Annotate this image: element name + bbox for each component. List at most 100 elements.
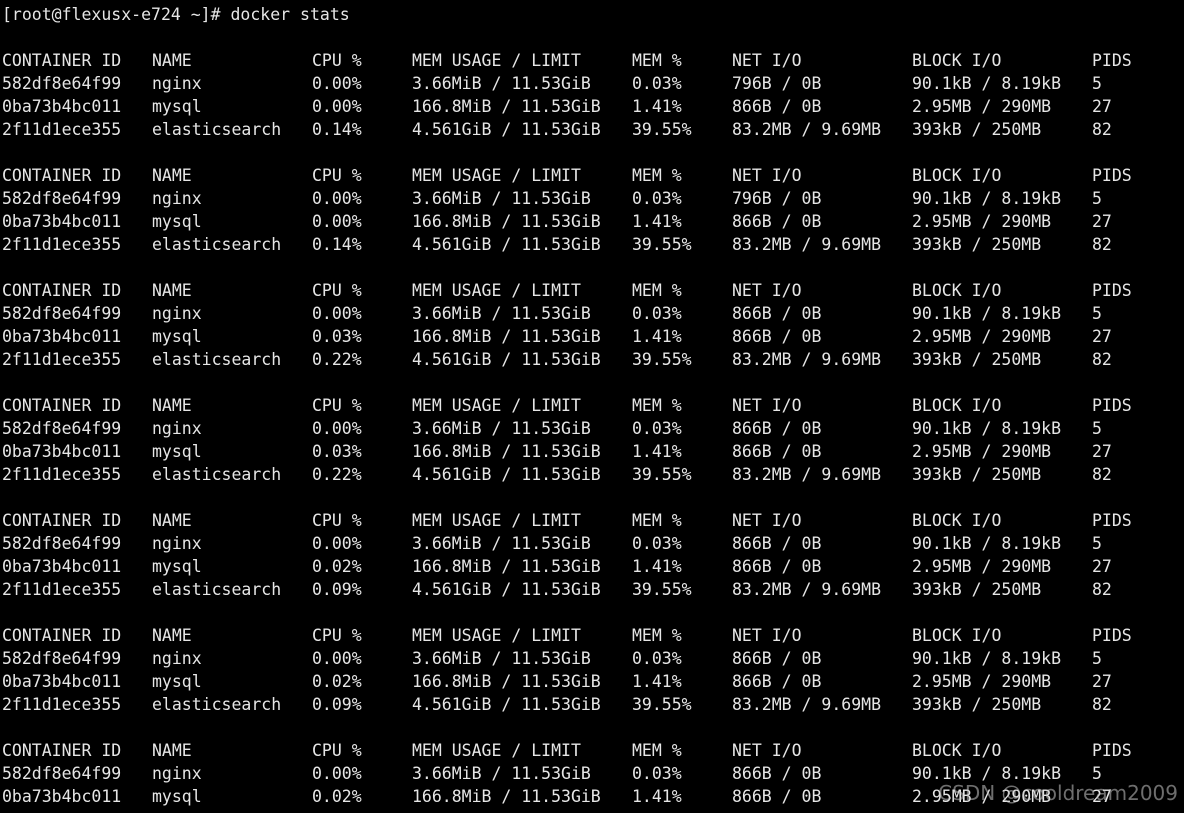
cell-net-io: 83.2MB / 9.69MB: [732, 465, 882, 484]
header-container-id: CONTAINER ID: [2, 741, 122, 760]
cell-mem-pct: 39.55%: [632, 465, 692, 484]
cell-mem-usage-limit: 3.66MiB / 11.53GiB: [412, 74, 591, 93]
header-block-io: BLOCK I/O: [912, 741, 1002, 760]
header-container-id: CONTAINER ID: [2, 166, 122, 185]
header-cpu: CPU %: [312, 281, 362, 300]
header-name: NAME: [152, 511, 192, 530]
header-net-io: NET I/O: [732, 626, 802, 645]
cell-net-io: 866B / 0B: [732, 327, 822, 346]
cell-mem-pct: 39.55%: [632, 350, 692, 369]
cell-pids: 82: [1092, 120, 1112, 139]
cell-cpu: 0.00%: [312, 419, 362, 438]
header-mem-usage-limit: MEM USAGE / LIMIT: [412, 626, 581, 645]
cell-net-io: 866B / 0B: [732, 787, 822, 806]
cell-cpu: 0.02%: [312, 787, 362, 806]
cell-cpu: 0.03%: [312, 327, 362, 346]
header-mem-pct: MEM %: [632, 741, 682, 760]
cell-name: elasticsearch: [152, 235, 282, 254]
cell-pids: 82: [1092, 350, 1112, 369]
cell-mem-usage-limit: 166.8MiB / 11.53GiB: [412, 327, 601, 346]
cell-container-id: 0ba73b4bc011: [2, 212, 122, 231]
header-net-io: NET I/O: [732, 166, 802, 185]
header-cpu: CPU %: [312, 396, 362, 415]
terminal-window[interactable]: [root@flexusx-e724 ~]# docker stats CONT…: [0, 0, 1184, 813]
cell-name: elasticsearch: [152, 350, 282, 369]
cell-name: nginx: [152, 534, 202, 553]
cell-mem-usage-limit: 3.66MiB / 11.53GiB: [412, 534, 591, 553]
cell-net-io: 866B / 0B: [732, 97, 822, 116]
cell-cpu: 0.00%: [312, 74, 362, 93]
cell-pids: 5: [1092, 304, 1102, 323]
cell-name: elasticsearch: [152, 465, 282, 484]
cell-cpu: 0.14%: [312, 235, 362, 254]
cell-mem-usage-limit: 3.66MiB / 11.53GiB: [412, 304, 591, 323]
cell-block-io: 2.95MB / 290MB: [912, 212, 1052, 231]
cell-container-id: 2f11d1ece355: [2, 120, 122, 139]
cell-block-io: 393kB / 250MB: [912, 465, 1042, 484]
header-net-io: NET I/O: [732, 281, 802, 300]
cell-pids: 5: [1092, 534, 1102, 553]
cell-container-id: 582df8e64f99: [2, 534, 122, 553]
header-cpu: CPU %: [312, 741, 362, 760]
header-mem-usage-limit: MEM USAGE / LIMIT: [412, 511, 581, 530]
cell-container-id: 0ba73b4bc011: [2, 97, 122, 116]
cell-net-io: 83.2MB / 9.69MB: [732, 120, 882, 139]
cell-net-io: 866B / 0B: [732, 764, 822, 783]
cell-cpu: 0.00%: [312, 304, 362, 323]
header-mem-pct: MEM %: [632, 281, 682, 300]
cell-net-io: 866B / 0B: [732, 557, 822, 576]
header-block-io: BLOCK I/O: [912, 281, 1002, 300]
cell-pids: 82: [1092, 235, 1112, 254]
cell-cpu: 0.00%: [312, 97, 362, 116]
cell-mem-usage-limit: 3.66MiB / 11.53GiB: [412, 189, 591, 208]
header-mem-usage-limit: MEM USAGE / LIMIT: [412, 396, 581, 415]
cell-name: nginx: [152, 189, 202, 208]
cell-pids: 82: [1092, 580, 1112, 599]
header-name: NAME: [152, 741, 192, 760]
cell-mem-pct: 39.55%: [632, 120, 692, 139]
header-name: NAME: [152, 51, 192, 70]
cell-pids: 27: [1092, 97, 1112, 116]
header-container-id: CONTAINER ID: [2, 396, 122, 415]
cell-container-id: 2f11d1ece355: [2, 350, 122, 369]
cell-mem-usage-limit: 4.561GiB / 11.53GiB: [412, 235, 601, 254]
header-block-io: BLOCK I/O: [912, 396, 1002, 415]
header-pids: PIDS: [1092, 51, 1132, 70]
cell-container-id: 0ba73b4bc011: [2, 787, 122, 806]
cell-net-io: 83.2MB / 9.69MB: [732, 235, 882, 254]
cell-cpu: 0.00%: [312, 534, 362, 553]
cell-name: mysql: [152, 327, 202, 346]
header-container-id: CONTAINER ID: [2, 51, 122, 70]
header-mem-pct: MEM %: [632, 511, 682, 530]
cell-name: nginx: [152, 74, 202, 93]
cell-block-io: 393kB / 250MB: [912, 120, 1042, 139]
cell-net-io: 866B / 0B: [732, 419, 822, 438]
cell-container-id: 582df8e64f99: [2, 304, 122, 323]
cell-container-id: 582df8e64f99: [2, 419, 122, 438]
cell-name: nginx: [152, 649, 202, 668]
cell-cpu: 0.00%: [312, 212, 362, 231]
cell-container-id: 582df8e64f99: [2, 189, 122, 208]
header-name: NAME: [152, 396, 192, 415]
header-pids: PIDS: [1092, 741, 1132, 760]
cell-mem-pct: 39.55%: [632, 235, 692, 254]
cell-block-io: 393kB / 250MB: [912, 350, 1042, 369]
cell-net-io: 83.2MB / 9.69MB: [732, 695, 882, 714]
cell-name: nginx: [152, 419, 202, 438]
cell-block-io: 393kB / 250MB: [912, 580, 1042, 599]
cell-container-id: 0ba73b4bc011: [2, 327, 122, 346]
cell-mem-pct: 0.03%: [632, 649, 682, 668]
cell-cpu: 0.09%: [312, 580, 362, 599]
cell-container-id: 2f11d1ece355: [2, 695, 122, 714]
cell-name: nginx: [152, 764, 202, 783]
header-container-id: CONTAINER ID: [2, 281, 122, 300]
cell-container-id: 0ba73b4bc011: [2, 672, 122, 691]
header-mem-usage-limit: MEM USAGE / LIMIT: [412, 51, 581, 70]
cell-pids: 27: [1092, 327, 1112, 346]
cell-mem-usage-limit: 4.561GiB / 11.53GiB: [412, 580, 601, 599]
cell-mem-usage-limit: 166.8MiB / 11.53GiB: [412, 212, 601, 231]
header-net-io: NET I/O: [732, 51, 802, 70]
header-mem-usage-limit: MEM USAGE / LIMIT: [412, 166, 581, 185]
cell-container-id: 0ba73b4bc011: [2, 442, 122, 461]
cell-block-io: 90.1kB / 8.19kB: [912, 534, 1062, 553]
